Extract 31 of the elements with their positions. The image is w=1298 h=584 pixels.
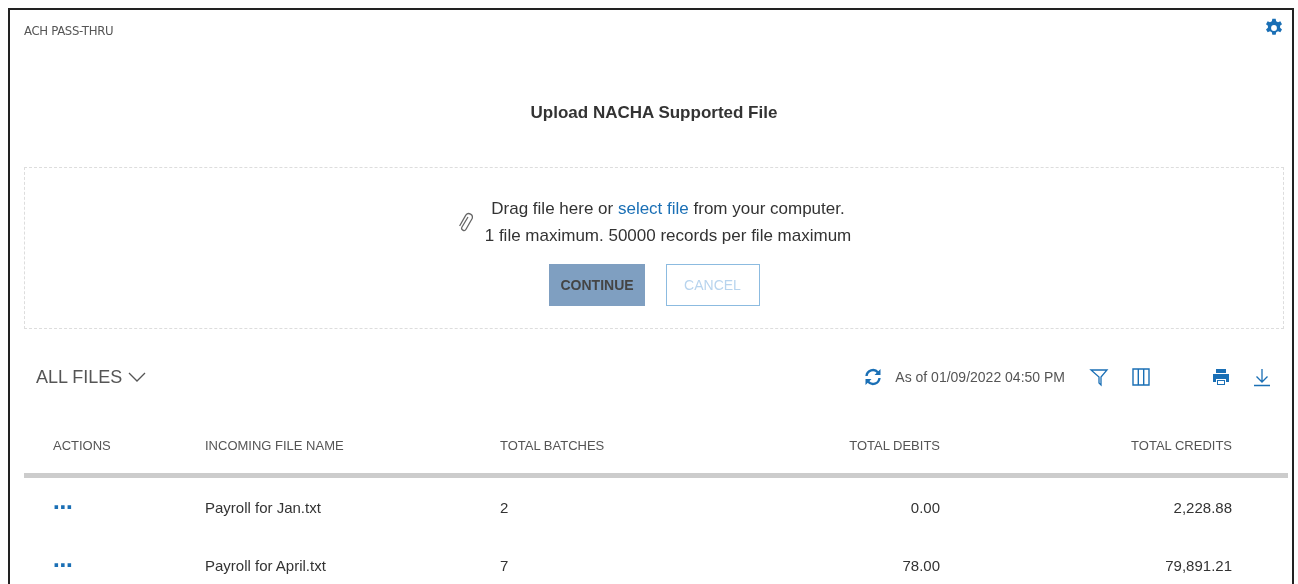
table-cell-text: 7 — [499, 555, 510, 576]
upload-instructions: Drag file here or select file from your computer. — [490, 198, 846, 220]
table-cell: 2 — [499, 475, 700, 536]
page-title: ACH PASS-THRU — [24, 22, 114, 38]
view-label: ALL FILES — [36, 366, 123, 388]
column-header: TOTAL CREDITS — [962, 417, 1288, 476]
table-cell-text: 79,891.21 — [1164, 555, 1233, 576]
select-file-link[interactable]: select file — [617, 199, 689, 218]
upload-heading: Upload NACHA Supported File — [529, 103, 779, 123]
as-of-timestamp: As of 01/09/2022 04:50 PM — [895, 369, 1065, 385]
print-icon[interactable] — [1211, 367, 1231, 387]
paperclip-icon — [456, 211, 473, 233]
table-cell-text: 78.00 — [901, 555, 941, 576]
table-cell: 2,228.88 — [962, 475, 1288, 536]
more-actions-button[interactable]: ⋯ — [53, 495, 73, 519]
refresh-icon[interactable] — [863, 367, 884, 387]
filter-icon[interactable] — [1089, 367, 1109, 387]
column-header: ACTIONS — [24, 417, 205, 476]
column-header: INCOMING FILE NAME — [205, 417, 499, 476]
settings-icon[interactable] — [1264, 18, 1284, 38]
table-cell: Payroll for Jan.txt — [205, 475, 499, 536]
view-dropdown[interactable]: ALL FILES — [36, 366, 147, 388]
columns-icon[interactable] — [1131, 367, 1151, 387]
chevron-down-icon — [128, 372, 147, 382]
more-actions-button[interactable]: ⋯ — [53, 553, 73, 577]
download-icon[interactable] — [1252, 367, 1272, 387]
table-cell-text: Payroll for April.txt — [205, 555, 327, 576]
column-header: TOTAL BATCHES — [499, 417, 700, 476]
column-header: TOTAL DEBITS — [700, 417, 962, 476]
table-cell: 0.00 — [700, 475, 962, 536]
upload-limits: 1 file maximum. 50000 records per file maximum — [484, 225, 852, 247]
